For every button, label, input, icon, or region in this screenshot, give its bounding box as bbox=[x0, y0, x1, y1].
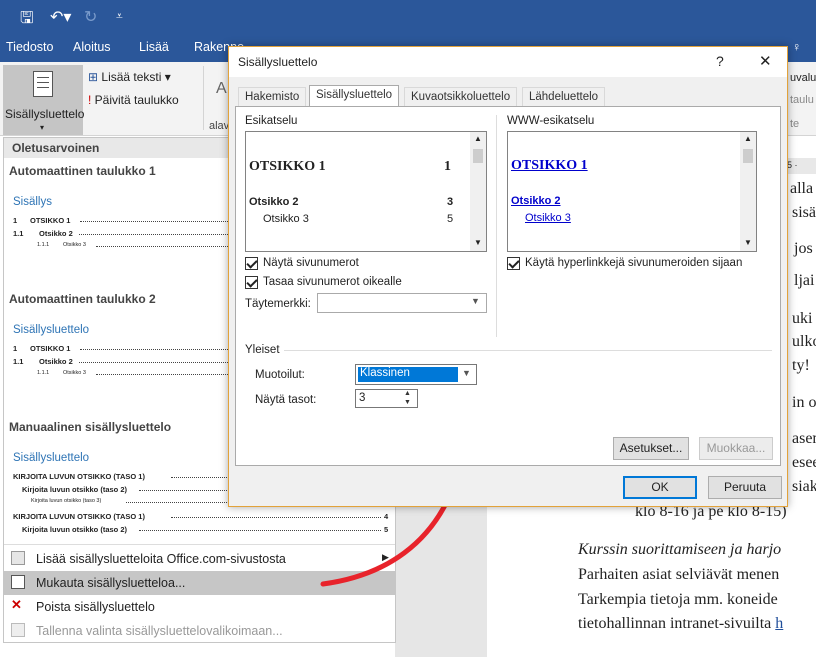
show-page-numbers-label: Näytä sivunumerot bbox=[263, 257, 359, 269]
web-link-3[interactable]: Otsikko 3 bbox=[525, 212, 571, 224]
web-preview-box: OTSIKKO 1 Otsikko 2 Otsikko 3 ▲ ▼ bbox=[507, 131, 757, 252]
tab-index[interactable]: Hakemisto bbox=[238, 87, 307, 107]
divider bbox=[496, 115, 497, 337]
dialog-title: Sisällysluettelo bbox=[238, 55, 318, 69]
web-preview-scrollbar[interactable]: ▲ ▼ bbox=[740, 132, 756, 251]
web-link-2[interactable]: Otsikko 2 bbox=[511, 195, 561, 207]
right-align-label: Tasaa sivunumerot oikealle bbox=[263, 276, 402, 288]
toc-dialog: Sisällysluettelo ? ✕ Hakemisto Sisällysl… bbox=[228, 46, 788, 507]
web-link-1[interactable]: OTSIKKO 1 bbox=[511, 158, 588, 174]
ok-button[interactable]: OK bbox=[623, 476, 697, 499]
tab-figures[interactable]: Kuvaotsikkoluettelo bbox=[404, 87, 518, 107]
formats-label: Muotoilut: bbox=[255, 369, 305, 381]
cancel-button[interactable]: Peruuta bbox=[708, 476, 782, 499]
web-preview-label: WWW-esikatselu bbox=[507, 115, 595, 127]
tab-leader-select[interactable]: ▼ bbox=[317, 293, 487, 313]
print-preview-box: OTSIKKO 1 1 Otsikko 2 3 Otsikko 3 5 ▲ ▼ bbox=[245, 131, 487, 252]
right-align-checkbox[interactable] bbox=[245, 276, 258, 289]
chevron-down-icon: ▼ bbox=[471, 296, 480, 306]
chevron-down-icon: ▼ bbox=[462, 368, 471, 378]
close-button[interactable]: ✕ bbox=[759, 52, 772, 70]
spin-up-icon[interactable]: ▲ bbox=[404, 390, 411, 397]
modify-button[interactable]: Muokkaa... bbox=[699, 437, 773, 460]
spin-down-icon[interactable]: ▼ bbox=[404, 399, 411, 406]
levels-spinner[interactable]: 3 ▲ ▼ bbox=[355, 389, 418, 408]
toc-tab-panel: Esikatselu OTSIKKO 1 1 Otsikko 2 3 Otsik… bbox=[235, 106, 781, 466]
print-preview-scrollbar[interactable]: ▲ ▼ bbox=[470, 132, 486, 251]
tab-toc[interactable]: Sisällysluettelo bbox=[309, 85, 400, 107]
tab-leader-label: Täytemerkki: bbox=[245, 298, 311, 310]
print-preview-label: Esikatselu bbox=[245, 115, 298, 127]
show-page-numbers-checkbox[interactable] bbox=[245, 257, 258, 270]
dialog-title-bar: Sisällysluettelo ? ✕ bbox=[229, 47, 787, 77]
tab-authorities[interactable]: Lähdeluettelo bbox=[522, 87, 606, 107]
use-hyperlinks-label: Käytä hyperlinkkejä sivunumeroiden sijaa… bbox=[525, 257, 743, 269]
divider bbox=[284, 350, 772, 351]
use-hyperlinks-checkbox[interactable] bbox=[507, 257, 520, 270]
general-label: Yleiset bbox=[245, 344, 280, 356]
options-button[interactable]: Asetukset... bbox=[613, 437, 689, 460]
formats-select[interactable]: Klassinen ▼ bbox=[355, 364, 477, 385]
levels-label: Näytä tasot: bbox=[255, 394, 317, 406]
help-button[interactable]: ? bbox=[716, 53, 724, 69]
